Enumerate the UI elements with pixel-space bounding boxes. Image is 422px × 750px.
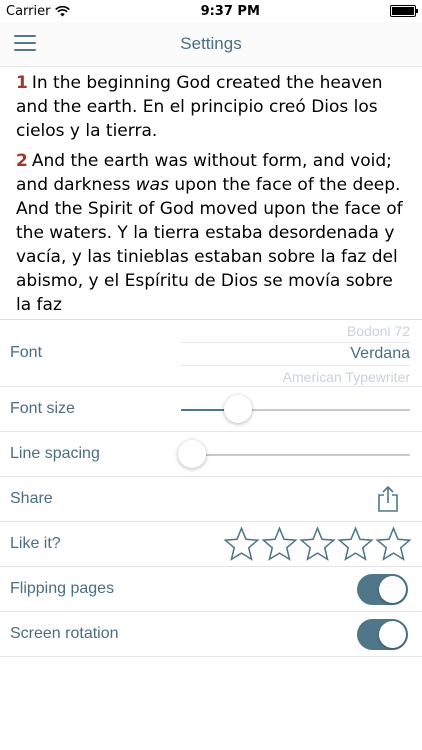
wifi-icon	[55, 5, 71, 16]
verse-number: 1	[16, 73, 28, 93]
line-spacing-label: Line spacing	[10, 445, 100, 462]
toggle-knob	[379, 621, 406, 648]
screen-rotation-toggle[interactable]	[357, 619, 408, 650]
verse-text-after: upon the face of the deep. And the Spiri…	[16, 175, 403, 315]
line-spacing-row: Line spacing	[0, 432, 422, 477]
screen-rotation-label: Screen rotation	[10, 625, 119, 642]
page-title: Settings	[180, 34, 242, 53]
battery-icon	[389, 5, 418, 17]
star-icon[interactable]	[375, 526, 412, 563]
share-icon[interactable]	[376, 486, 400, 512]
rating-stars[interactable]	[223, 526, 412, 563]
verse-text: In the beginning God created the heaven …	[16, 73, 383, 141]
flipping-pages-row: Flipping pages	[0, 567, 422, 612]
status-left: Carrier	[6, 3, 71, 19]
screen-rotation-row: Screen rotation	[0, 612, 422, 657]
font-row: Font Bodoni 72 Verdana American Typewrit…	[0, 320, 422, 387]
star-icon[interactable]	[261, 526, 298, 563]
star-icon[interactable]	[223, 526, 260, 563]
share-label: Share	[10, 490, 53, 507]
slider-thumb[interactable]	[224, 395, 253, 423]
flipping-pages-toggle[interactable]	[357, 574, 408, 605]
font-label: Font	[10, 344, 43, 361]
font-option[interactable]: Bodoni 72	[180, 320, 410, 342]
font-option[interactable]: American Typewriter	[180, 366, 410, 388]
like-row: Like it?	[0, 522, 422, 567]
clock: 9:37 PM	[200, 3, 260, 19]
font-picker[interactable]: Bodoni 72 Verdana American Typewriter	[180, 320, 410, 386]
navbar: Settings	[0, 22, 422, 67]
like-label: Like it?	[10, 535, 61, 552]
status-bar: Carrier 9:37 PM	[0, 0, 422, 22]
carrier-label: Carrier	[6, 3, 51, 19]
verse-2: 2 And the earth was without form, and voi…	[16, 149, 406, 317]
font-size-row: Font size	[0, 387, 422, 432]
star-icon[interactable]	[299, 526, 336, 563]
font-size-label: Font size	[10, 400, 75, 417]
toggle-knob	[379, 576, 406, 603]
line-spacing-slider[interactable]	[178, 440, 410, 468]
slider-thumb[interactable]	[178, 440, 207, 468]
verse-text-italic: was	[135, 175, 169, 195]
star-icon[interactable]	[337, 526, 374, 563]
menu-icon[interactable]	[14, 35, 36, 51]
verse-number: 2	[16, 151, 28, 171]
font-option-selected[interactable]: Verdana	[180, 342, 410, 366]
verse-1: 1 In the beginning God created the heaven…	[16, 71, 406, 143]
share-row[interactable]: Share	[0, 477, 422, 522]
font-size-slider[interactable]	[181, 395, 410, 423]
flipping-pages-label: Flipping pages	[10, 580, 115, 597]
bible-text-preview: 1 In the beginning God created the heaven…	[0, 67, 422, 320]
